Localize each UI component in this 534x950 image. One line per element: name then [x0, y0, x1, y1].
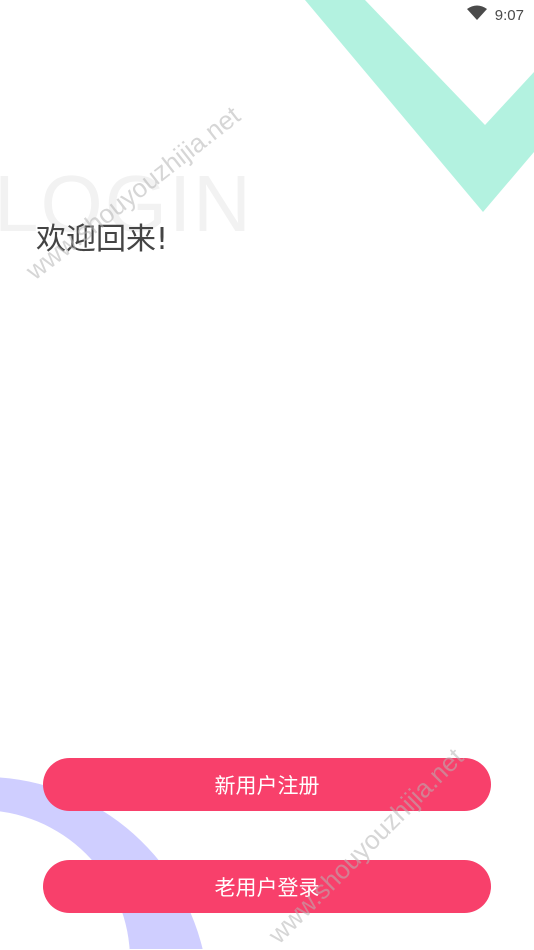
wifi-icon — [466, 5, 487, 25]
status-bar: 9:07 — [466, 0, 534, 30]
existing-user-login-button[interactable]: 老用户登录 — [43, 860, 491, 913]
mint-chevron-shape — [305, 0, 534, 212]
status-time: 9:07 — [494, 6, 524, 24]
